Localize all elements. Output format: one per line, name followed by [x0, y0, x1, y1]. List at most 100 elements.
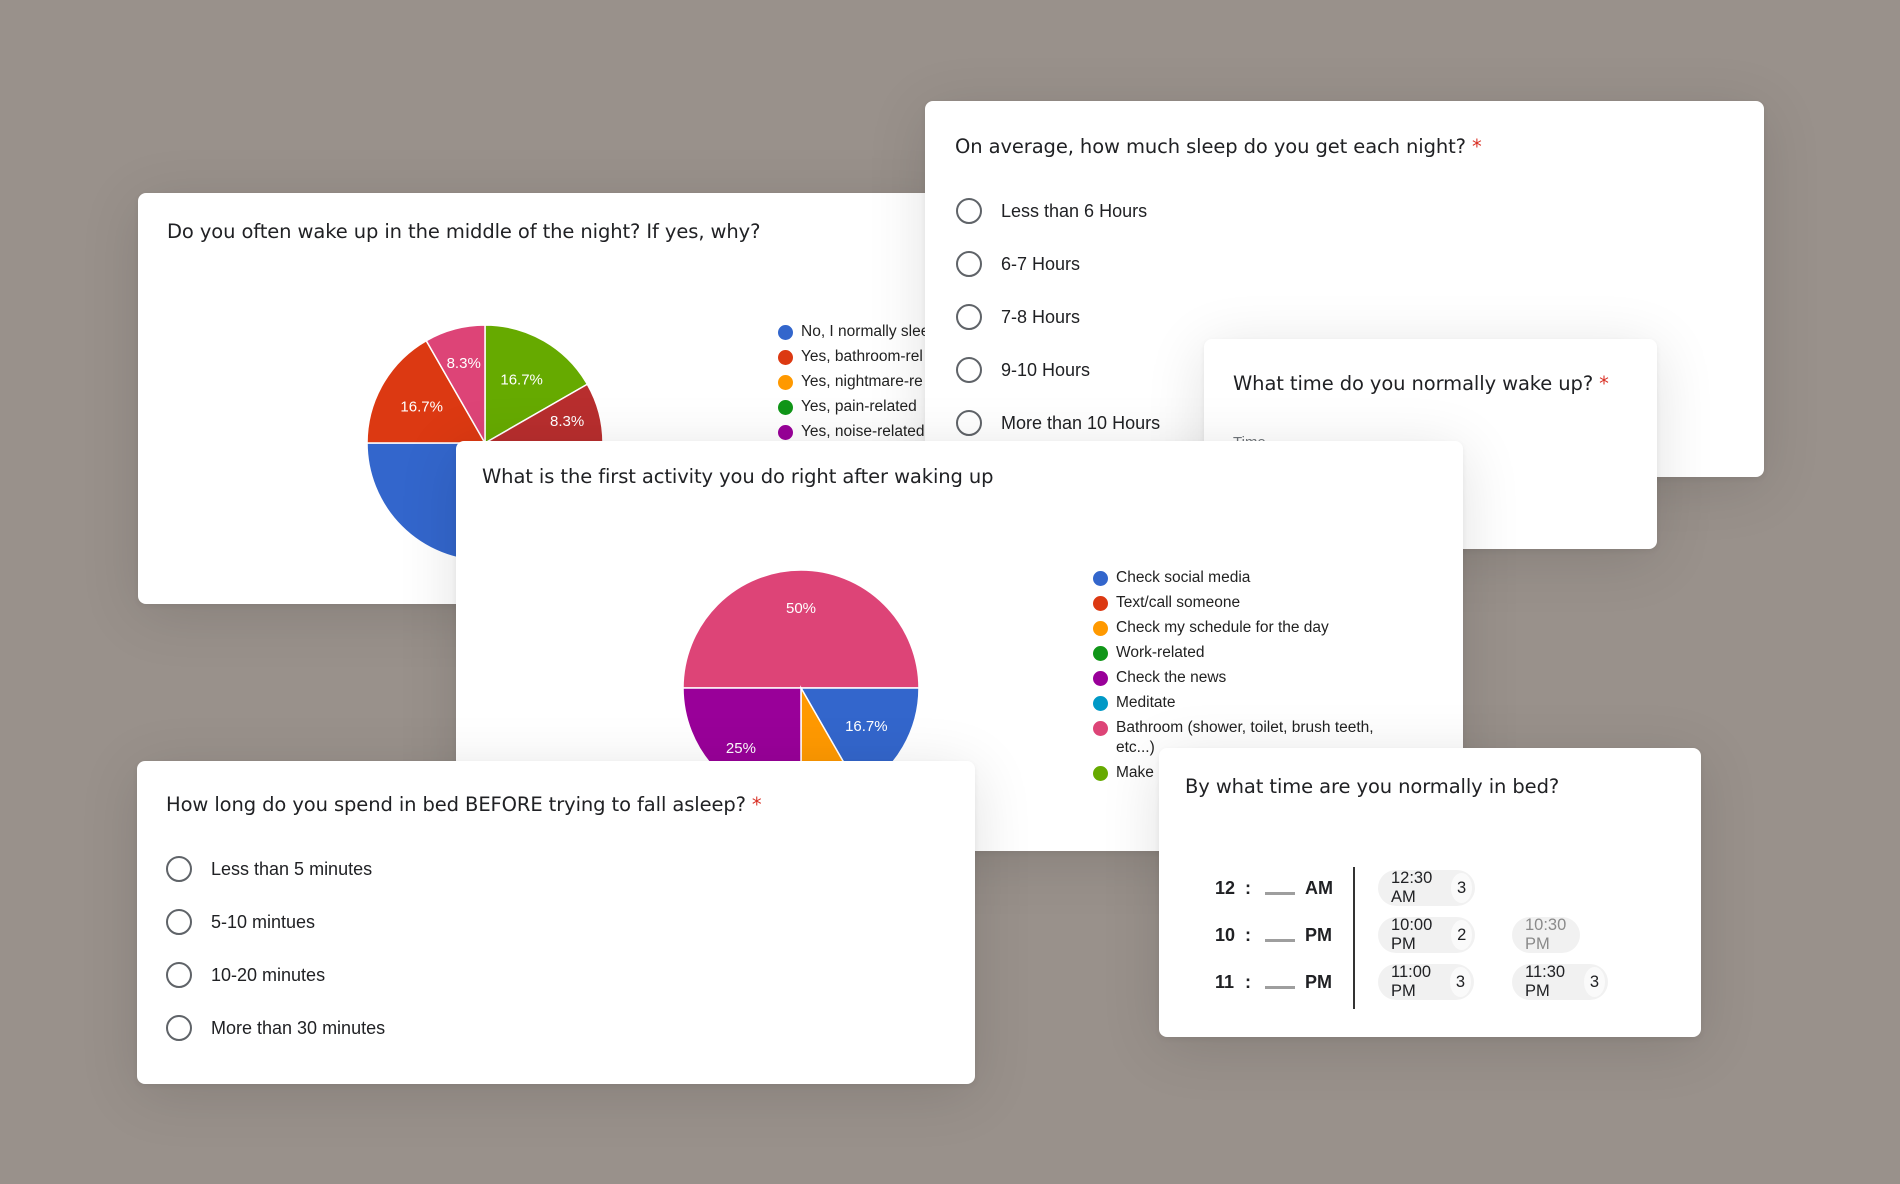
- radio-option[interactable]: Less than 6 Hours: [956, 196, 1147, 226]
- legend-color-dot: [778, 400, 793, 415]
- question-text: What time do you normally wake up?: [1233, 372, 1594, 395]
- required-asterisk: *: [1599, 372, 1609, 395]
- question-title: How long do you spend in bed BEFORE tryi…: [166, 793, 762, 816]
- pie-slice: [682, 569, 920, 689]
- radio-label: More than 10 Hours: [1001, 412, 1161, 433]
- legend-color-dot: [1093, 596, 1108, 611]
- legend-color-dot: [1093, 571, 1108, 586]
- chip-time: 10:00 PM: [1391, 916, 1433, 953]
- radio-label: Less than 5 minutes: [211, 858, 373, 879]
- legend-label: No, I normally slee: [801, 323, 930, 340]
- bedtime-time-row: 12: AM: [1215, 878, 1333, 899]
- legend-label: Meditate: [1116, 694, 1176, 711]
- legend-label: Yes, nightmare-re: [801, 373, 923, 390]
- radio-option[interactable]: More than 10 Hours: [956, 408, 1160, 438]
- time-response-chip[interactable]: 10:30 PM: [1512, 916, 1581, 953]
- time-colon: :: [1245, 925, 1251, 945]
- legend-color-dot: [778, 375, 793, 390]
- legend-color-dot: [1093, 621, 1108, 636]
- legend-label: Check the news: [1116, 669, 1227, 686]
- radio-option[interactable]: More than 30 minutes: [166, 1013, 385, 1043]
- legend-item: Yes, noise-related: [778, 423, 925, 442]
- time-response-chip[interactable]: 10:00 PM 2: [1378, 916, 1476, 953]
- radio-option[interactable]: 6-7 Hours: [956, 249, 1080, 279]
- radio-button[interactable]: [166, 1015, 192, 1041]
- time-colon: :: [1245, 878, 1251, 898]
- bed-before-sleep-card: How long do you spend in bed BEFORE tryi…: [137, 761, 975, 1084]
- radio-label: More than 30 minutes: [211, 1017, 386, 1038]
- legend-item: Check social media: [1093, 569, 1406, 588]
- legend-item: Meditate: [1093, 694, 1406, 713]
- legend-color-dot: [1093, 766, 1108, 781]
- pie-data-label: 16.7%: [845, 718, 888, 735]
- minute-blank: [1265, 939, 1295, 942]
- radio-label: 5-10 mintues: [211, 911, 316, 932]
- pie-data-label: 50%: [786, 600, 816, 617]
- radio-option[interactable]: 9-10 Hours: [956, 355, 1090, 385]
- legend-label: Check social media: [1116, 569, 1251, 586]
- chip-time: 11:00 PM: [1391, 963, 1432, 1000]
- hour-value: 11: [1215, 972, 1235, 992]
- legend-label: Yes, pain-related: [801, 398, 917, 415]
- legend-item: Yes, nightmare-re: [778, 373, 923, 392]
- radio-label: 10-20 minutes: [211, 964, 326, 985]
- pie-data-label: 16.7%: [400, 398, 443, 415]
- radio-label: Less than 6 Hours: [1001, 200, 1148, 221]
- pie-data-label: 25%: [726, 740, 756, 757]
- radio-option[interactable]: 10-20 minutes: [166, 960, 325, 990]
- time-response-chip[interactable]: 12:30 AM 3: [1378, 869, 1476, 906]
- bedtime-time-row: 10: PM: [1215, 925, 1332, 946]
- chip-count-badge: 3: [1449, 967, 1472, 997]
- ampm-value: PM: [1305, 925, 1332, 945]
- radio-button[interactable]: [166, 856, 192, 882]
- radio-button[interactable]: [166, 962, 192, 988]
- chip-count-badge: 2: [1451, 920, 1473, 950]
- legend-label: Yes, noise-related: [801, 423, 925, 440]
- legend-item: Check the news: [1093, 669, 1406, 688]
- bedtime-time-row: 11: PM: [1215, 972, 1332, 993]
- minute-blank: [1265, 892, 1295, 895]
- divider: [1353, 867, 1355, 1009]
- legend-item: Work-related: [1093, 644, 1406, 663]
- legend-item: Text/call someone: [1093, 594, 1406, 613]
- radio-option[interactable]: 7-8 Hours: [956, 302, 1080, 332]
- legend-label: Text/call someone: [1116, 594, 1241, 611]
- required-asterisk: *: [1471, 135, 1482, 158]
- time-response-chip[interactable]: 11:30 PM 3: [1512, 963, 1609, 1000]
- ampm-value: AM: [1305, 878, 1333, 898]
- chip-count-badge: 3: [1583, 967, 1606, 997]
- question-title: By what time are you normally in bed?: [1185, 775, 1560, 798]
- question-title: On average, how much sleep do you get ea…: [955, 135, 1482, 158]
- legend-item: Yes, pain-related: [778, 398, 917, 417]
- radio-button[interactable]: [956, 357, 982, 383]
- radio-button[interactable]: [956, 304, 982, 330]
- pie-data-label: 16.7%: [500, 372, 543, 389]
- question-text: How long do you spend in bed BEFORE tryi…: [166, 793, 746, 816]
- legend-color-dot: [778, 325, 793, 340]
- legend-label: Work-related: [1116, 644, 1205, 661]
- ampm-value: PM: [1305, 972, 1332, 992]
- time-colon: :: [1245, 972, 1251, 992]
- legend-label: Check my schedule for the day: [1116, 619, 1329, 636]
- legend-color-dot: [1093, 671, 1108, 686]
- radio-button[interactable]: [166, 909, 192, 935]
- hour-value: 12: [1215, 878, 1236, 898]
- radio-button[interactable]: [956, 251, 982, 277]
- chip-time: 11:30 PM: [1525, 963, 1566, 1000]
- legend-item: No, I normally slee: [778, 323, 930, 342]
- question-title: What time do you normally wake up? *: [1233, 372, 1609, 395]
- radio-label: 7-8 Hours: [1001, 306, 1081, 327]
- radio-option[interactable]: Less than 5 minutes: [166, 854, 372, 884]
- radio-label: 9-10 Hours: [1001, 359, 1091, 380]
- legend-color-dot: [778, 350, 793, 365]
- chip-time: 12:30 AM: [1391, 869, 1433, 906]
- legend-color-dot: [1093, 721, 1108, 736]
- time-response-chip[interactable]: 11:00 PM 3: [1378, 963, 1475, 1000]
- minute-blank: [1265, 986, 1295, 989]
- chip-time: 10:30 PM: [1525, 916, 1567, 953]
- radio-button[interactable]: [956, 410, 982, 436]
- radio-option[interactable]: 5-10 mintues: [166, 907, 315, 937]
- radio-button[interactable]: [956, 198, 982, 224]
- legend-label: Yes, bathroom-rel: [801, 348, 923, 365]
- pie-data-label: 8.3%: [550, 413, 584, 430]
